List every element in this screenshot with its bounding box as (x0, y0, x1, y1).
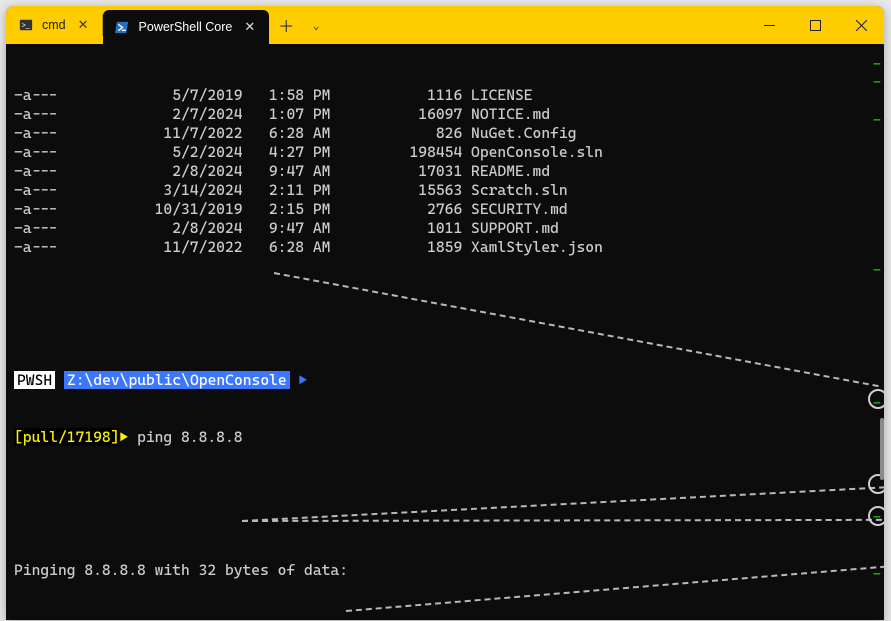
svg-text:>_: >_ (22, 23, 30, 30)
file-row: -a--- 2/8/2024 9:47 AM 17031 README.md (14, 162, 878, 181)
pwsh-icon (115, 19, 131, 35)
maximize-button[interactable] (792, 6, 838, 44)
scrollbar[interactable] (878, 44, 884, 620)
connector-line (242, 519, 884, 522)
minimize-button[interactable] (746, 6, 792, 44)
title-bar: >_ cmd ✕ PowerShell Core ✕ ＋ ⌄ (6, 6, 884, 44)
file-row: -a--- 5/2/2024 4:27 PM 198454 OpenConsol… (14, 143, 878, 162)
tab-powershell-core[interactable]: PowerShell Core ✕ (103, 10, 270, 44)
app-window: >_ cmd ✕ PowerShell Core ✕ ＋ ⌄ (6, 6, 884, 620)
file-row: -a--- 3/14/2024 2:11 PM 15563 Scratch.sl… (14, 181, 878, 200)
connector-line (274, 272, 879, 387)
tab-dropdown-button[interactable]: ⌄ (303, 6, 329, 44)
prompt-branch-line: [pull/17198]▶ ping 8.8.8.8 (14, 428, 878, 447)
window-controls (746, 6, 884, 44)
terminal-viewport[interactable]: -a--- 5/7/2019 1:58 PM 1116 LICENSE-a---… (6, 44, 884, 620)
tab-label: PowerShell Core (139, 20, 233, 34)
close-button[interactable] (838, 6, 884, 44)
ping-reply: Reply from 8.8.8.8: bytes=32 time=28ms T… (14, 618, 878, 620)
file-row: -a--- 2/7/2024 1:07 PM 16097 NOTICE.md (14, 105, 878, 124)
tab-strip: >_ cmd ✕ PowerShell Core ✕ ＋ ⌄ (6, 6, 746, 44)
file-row: -a--- 11/7/2022 6:28 AM 1859 XamlStyler.… (14, 238, 878, 257)
branch-arrow-icon: ▶ (119, 428, 128, 446)
file-row: -a--- 2/8/2024 9:47 AM 1011 SUPPORT.md (14, 219, 878, 238)
file-row: -a--- 5/7/2019 1:58 PM 1116 LICENSE (14, 86, 878, 105)
prompt-line: PWSH Z:\dev\public\OpenConsole ▶ (14, 371, 878, 390)
file-row: -a--- 10/31/2019 2:15 PM 2766 SECURITY.m… (14, 200, 878, 219)
close-icon[interactable]: ✕ (240, 17, 259, 37)
branch-badge: [pull/17198] (14, 428, 119, 446)
new-tab-button[interactable]: ＋ (269, 6, 303, 44)
command-text: ping 8.8.8.8 (137, 428, 242, 446)
shell-badge: PWSH (14, 371, 55, 389)
file-row: -a--- 11/7/2022 6:28 AM 826 NuGet.Config (14, 124, 878, 143)
tab-cmd[interactable]: >_ cmd ✕ (6, 6, 103, 44)
scrollbar-thumb[interactable] (880, 418, 884, 480)
cmd-icon: >_ (18, 17, 34, 33)
path-badge: Z:\dev\public\OpenConsole (64, 371, 290, 389)
tab-label: cmd (42, 18, 66, 32)
close-icon[interactable]: ✕ (74, 15, 93, 35)
path-arrow-icon: ▶ (290, 371, 308, 389)
file-listing: -a--- 5/7/2019 1:58 PM 1116 LICENSE-a---… (14, 86, 878, 257)
